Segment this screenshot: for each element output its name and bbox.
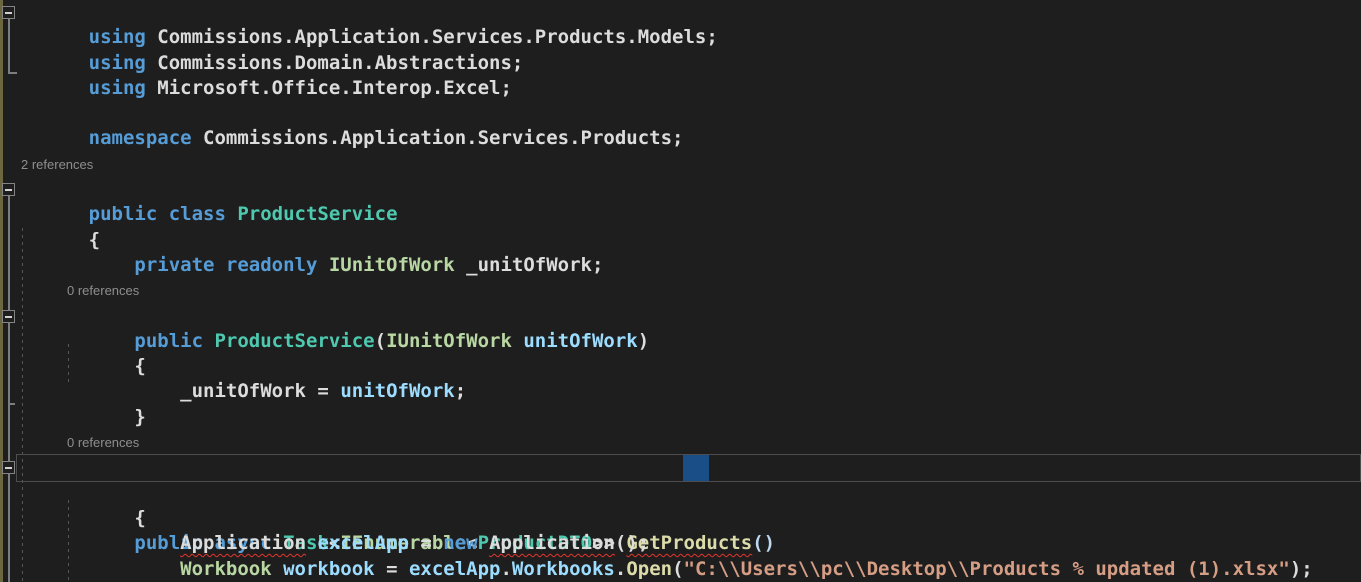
keyword: private readonly bbox=[88, 253, 318, 276]
code-line-class-declaration[interactable]: public class ProductService bbox=[0, 177, 1361, 225]
dot: . bbox=[614, 557, 627, 580]
paren-semicolon: ); bbox=[1289, 557, 1313, 580]
code-line-constructor[interactable]: public ProductService(IUnitOfWork unitOf… bbox=[0, 304, 1361, 352]
field-name: _unitOfWork; bbox=[454, 253, 604, 276]
codelens-label: 0 references bbox=[67, 435, 140, 451]
code-line-open-brace[interactable]: { bbox=[0, 481, 1361, 529]
brace: { bbox=[88, 228, 101, 251]
type-with-error: Application bbox=[489, 532, 615, 555]
highlighted-parens: () bbox=[752, 532, 776, 555]
collapse-constructor-icon[interactable] bbox=[2, 310, 15, 323]
semicolon: ; bbox=[454, 380, 467, 403]
fold-region-end-usings bbox=[8, 72, 17, 74]
interface-type: IUnitOfWork bbox=[386, 329, 512, 352]
code-line-method-declaration[interactable]: public async Task<IEnumerable<ProductDTO… bbox=[0, 454, 1361, 554]
property: Workbooks bbox=[511, 557, 615, 580]
minus-icon bbox=[5, 12, 12, 14]
codelens-class-references[interactable]: 2 references bbox=[0, 152, 1361, 177]
namespace-path: Commissions.Application.Services.Product… bbox=[191, 127, 684, 150]
code-editor[interactable]: using Commissions.Application.Services.P… bbox=[0, 0, 1361, 582]
field-assignment: _unitOfWork = bbox=[88, 380, 341, 403]
brace: { bbox=[88, 506, 146, 529]
fold-region-line-usings bbox=[8, 19, 10, 72]
interface-type: IUnitOfWork bbox=[317, 253, 455, 276]
collapse-usings-icon[interactable] bbox=[2, 6, 15, 19]
keyword: public class bbox=[88, 203, 226, 226]
keyword: using bbox=[88, 26, 146, 49]
local-variable: excelApp bbox=[408, 557, 501, 580]
keyword: new bbox=[443, 532, 478, 555]
parameter: unitOfWork bbox=[340, 380, 455, 403]
local-variable: workbook bbox=[271, 557, 375, 580]
namespace-path: Microsoft.Office.Interop.Excel; bbox=[145, 76, 512, 99]
type-with-error: Application bbox=[180, 532, 306, 555]
codelens-ctor-references[interactable]: 0 references bbox=[0, 278, 1361, 303]
keyword: using bbox=[88, 51, 146, 74]
minus-icon bbox=[5, 467, 12, 469]
keyword: namespace bbox=[88, 127, 192, 150]
operator: = bbox=[374, 557, 409, 580]
codelens-method-references[interactable]: 0 references bbox=[0, 430, 1361, 455]
class-name: ProductService bbox=[225, 203, 398, 226]
brace: } bbox=[88, 405, 146, 428]
code-line-excel-app[interactable]: Application excelApp = new Application()… bbox=[0, 506, 1361, 554]
namespace-path: Commissions.Domain.Abstractions; bbox=[145, 51, 524, 74]
code-line-using-1[interactable]: using Commissions.Application.Services.P… bbox=[0, 0, 1361, 48]
method-name: Open bbox=[626, 557, 673, 580]
keyword: using bbox=[88, 76, 146, 99]
paren: ) bbox=[637, 329, 650, 352]
code-area[interactable]: using Commissions.Application.Services.P… bbox=[0, 0, 1361, 582]
namespace-path: Commissions.Application.Services.Product… bbox=[145, 26, 718, 49]
code-line-field[interactable]: private readonly IUnitOfWork _unitOfWork… bbox=[0, 228, 1361, 276]
modified-lines-strip bbox=[0, 0, 3, 582]
paren: ( bbox=[374, 329, 387, 352]
codelens-label: 2 references bbox=[21, 156, 94, 172]
collapse-class-icon[interactable] bbox=[2, 183, 15, 196]
minus-icon bbox=[5, 189, 12, 191]
operator: = bbox=[408, 532, 444, 555]
parens-semicolon: (); bbox=[614, 532, 650, 555]
parameter: unitOfWork bbox=[511, 329, 638, 352]
string-literal-file-path: "C:\\Users\\pc\\Desktop\\Products % upda… bbox=[683, 557, 1290, 580]
interface-type: Workbook bbox=[180, 557, 272, 580]
code-line-blank[interactable] bbox=[0, 405, 1361, 430]
collapse-method-icon[interactable] bbox=[2, 461, 15, 474]
fold-region-end-constructor bbox=[8, 403, 15, 405]
fold-region-line-class bbox=[8, 196, 10, 582]
codelens-label: 0 references bbox=[67, 283, 140, 299]
local-variable: excelApp bbox=[306, 532, 409, 555]
code-line-namespace[interactable]: namespace Commissions.Application.Servic… bbox=[0, 101, 1361, 149]
constructor-name: ProductService bbox=[203, 329, 375, 352]
dot: . bbox=[500, 557, 512, 580]
minus-icon bbox=[5, 316, 12, 318]
paren: ( bbox=[672, 557, 684, 580]
brace: { bbox=[88, 355, 146, 378]
keyword: public bbox=[88, 329, 204, 352]
code-line-assignment[interactable]: _unitOfWork = unitOfWork; bbox=[0, 354, 1361, 402]
selection-highlight bbox=[683, 455, 709, 481]
